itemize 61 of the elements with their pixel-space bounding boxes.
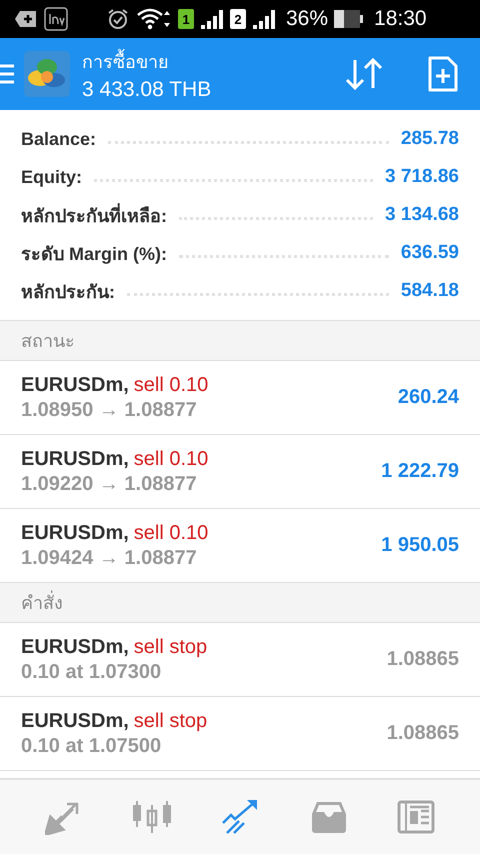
symbol-label: EURUSDm,	[21, 636, 129, 658]
symbol-label: EURUSDm,	[21, 374, 129, 396]
symbol-label: EURUSDm,	[21, 448, 129, 470]
app-icon	[44, 7, 68, 31]
trade-type: sell 0.10	[134, 522, 208, 544]
summary-label: Equity:	[21, 166, 82, 188]
symbol-label: EURUSDm,	[21, 710, 129, 732]
order-row[interactable]: EURUSDm, sell stop 0.10 at 1.07300 1.08865	[0, 623, 480, 697]
sort-icon[interactable]	[344, 56, 384, 92]
order-price: 1.08865	[386, 722, 459, 745]
app-logo-icon[interactable]	[24, 51, 70, 97]
position-row[interactable]: EURUSDm, sell 0.10 1.09220 → 1.08877 1 222.79	[0, 435, 480, 509]
account-balance: 3 433.08 THB	[82, 78, 212, 102]
nav-tab[interactable]	[132, 799, 172, 835]
summary-value: 584.18	[400, 280, 459, 302]
trade-detail: 1.08950 → 1.08877	[21, 398, 198, 422]
screen-title: การซื้อขาย	[82, 46, 320, 76]
alarm-icon	[106, 7, 130, 31]
wifi-icon	[136, 7, 172, 31]
summary-label: Balance:	[21, 128, 96, 150]
nav-tab[interactable]	[222, 799, 260, 835]
summary-label: ระดับ Margin (%):	[21, 242, 167, 266]
summary-value: 3 134.68	[385, 204, 459, 226]
summary-value: 636.59	[400, 242, 459, 264]
battery-percent: 36%	[286, 7, 328, 31]
notification-icon	[14, 9, 38, 29]
trade-detail: 0.10 at 1.07300	[21, 660, 162, 684]
summary-label: หลักประกัน:	[21, 280, 115, 304]
sim-icon: 1	[178, 9, 194, 29]
candlestick-icon	[132, 799, 172, 835]
order-price: 1.08865	[386, 648, 459, 671]
inbox-icon	[310, 800, 348, 834]
order-row[interactable]: EURUSDm, sell stop 0.10 at 1.07500 1.08865	[0, 697, 480, 771]
trend-icon	[222, 799, 260, 835]
section-header: สถานะ	[0, 321, 480, 361]
trade-type: sell stop	[134, 710, 208, 732]
trade-type: sell 0.10	[134, 448, 208, 470]
summary-label: หลักประกันที่เหลือ:	[21, 200, 167, 230]
profit-value: 260.24	[398, 386, 459, 409]
trade-detail: 1.09424 → 1.08877	[21, 546, 198, 570]
trade-type: sell stop	[134, 636, 208, 658]
trade-detail: 1.09220 → 1.08877	[21, 472, 198, 496]
profit-value: 1 222.79	[381, 460, 459, 483]
sim-icon: 2	[230, 9, 246, 29]
position-row[interactable]: EURUSDm, sell 0.10 1.08950 → 1.08877 260.24	[0, 361, 480, 435]
profit-value: 1 950.05	[381, 534, 459, 557]
signal-icon	[252, 7, 276, 31]
summary-value: 285.78	[400, 128, 459, 150]
clock: 18:30	[374, 7, 427, 31]
newspaper-icon	[397, 800, 436, 834]
trade-type: sell 0.10	[134, 374, 208, 396]
section-header: คำสั่ง	[0, 583, 480, 623]
nav-tab[interactable]	[310, 800, 348, 834]
menu-icon[interactable]	[0, 63, 14, 85]
new-order-icon[interactable]	[428, 56, 458, 92]
battery-icon	[334, 9, 364, 29]
trade-detail: 0.10 at 1.07500	[21, 734, 162, 758]
nav-tab[interactable]	[397, 800, 436, 834]
summary-value: 3 718.86	[385, 166, 459, 188]
signal-icon	[200, 7, 224, 31]
symbol-label: EURUSDm,	[21, 522, 129, 544]
